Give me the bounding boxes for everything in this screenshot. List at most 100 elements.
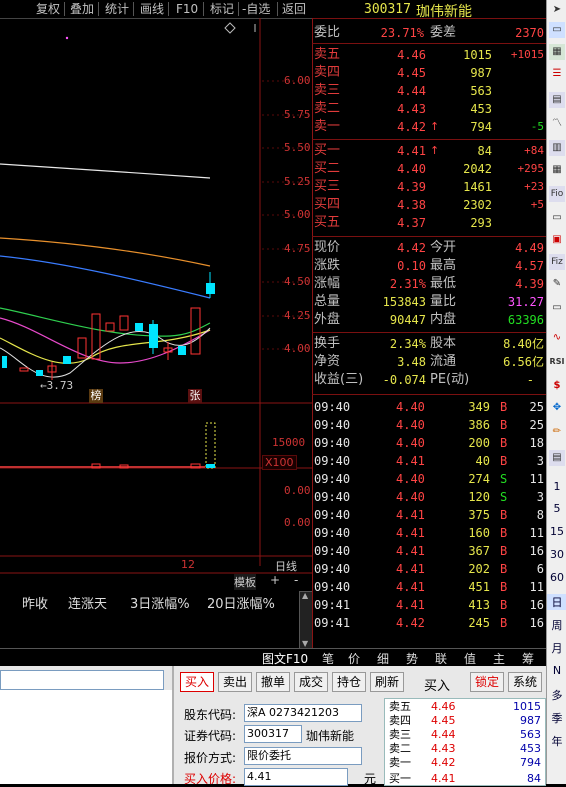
template-button[interactable]: 模板 [234,574,256,590]
bid-row[interactable]: 买五 4.37 293 [312,214,546,232]
code-input[interactable]: 300317 [244,725,302,743]
stats-button[interactable]: 统计 [105,1,129,17]
ask-row[interactable]: 卖一 4.42 ↑ 794 -5 [312,118,546,136]
list-icon[interactable]: ☰ [549,66,565,82]
sheet-icon[interactable]: ▥ [549,140,565,156]
col-3d-change[interactable]: 3日涨幅% [130,593,190,612]
tick-row: 09:40 4.41 160 B 11 [314,526,544,540]
quote-mode-label: 报价方式: [184,751,237,765]
rsi-icon[interactable]: RSI [549,354,565,370]
bid-row[interactable]: 买一 4.41 ↑ 84 +84 [312,142,546,160]
grid-icon[interactable]: ▦ [549,44,565,60]
remove-watchlist-button[interactable]: -自选 [242,1,270,17]
period-year[interactable]: 年 [547,733,566,749]
tab-chips[interactable]: 筹 [522,650,534,667]
col-prev-close[interactable]: 昨收 [22,593,48,612]
fiz-icon[interactable]: Fiz [549,254,565,270]
limit-up-badge[interactable]: 张 [188,389,202,403]
tool-sidebar: ➤ ▭ ▦ ☰ ▤ 〽 ▥ ▦ Fio ▭ ▣ Fiz ✎ ▭ ∿ RSI $ … [546,0,566,784]
move-icon[interactable]: ✥ [549,400,565,416]
tab-f10[interactable]: 图文F10 [262,650,308,667]
fio-icon[interactable]: Fio [549,186,565,202]
table-icon[interactable]: ▤ [549,92,565,108]
period-60[interactable]: 60 [547,571,566,584]
divider [277,2,278,16]
period-15[interactable]: 15 [547,525,566,538]
trade-panel: 买入 卖出 撤单 成交 持仓 刷新 买入 锁定 系统 股东代码: 深A 0273… [0,666,546,786]
period-month[interactable]: 月 [547,640,566,656]
tab-filled[interactable]: 成交 [294,672,328,692]
tab-trend[interactable]: 势 [406,650,418,667]
col-consec-up[interactable]: 连涨天 [68,593,107,612]
period-quarter[interactable]: 季 [547,710,566,726]
chart-icon[interactable]: ▣ [549,232,565,248]
system-button[interactable]: 系统 [508,672,542,692]
tab-position[interactable]: 持仓 [332,672,366,692]
draw-line-button[interactable]: 画线 [140,1,164,17]
volume-unit: X100 [262,455,297,470]
tab-price[interactable]: 价 [348,650,360,667]
tab-link[interactable]: 联 [435,650,447,667]
period-n[interactable]: N [547,664,566,677]
ask-row[interactable]: 卖四 4.45 987 [312,64,546,82]
panel-icon[interactable]: ▤ [549,450,565,466]
ask-row[interactable]: 卖五 4.46 1015 +1015 [312,46,546,64]
period-multi[interactable]: 多 [547,687,566,703]
dollar-icon[interactable]: $ [549,378,565,394]
period-label[interactable]: 日线 [275,558,297,574]
period-30[interactable]: 30 [547,548,566,561]
price-tick: 5.00 [284,208,311,221]
table2-icon[interactable]: ▦ [549,162,565,178]
tab-sell[interactable]: 卖出 [218,672,252,692]
tab-main[interactable]: 主 [493,650,505,667]
f10-button[interactable]: F10 [176,1,198,17]
tab-tick[interactable]: 笔 [322,650,334,667]
remove-column-button[interactable]: - [294,573,298,587]
ask-row[interactable]: 卖二 4.43 453 [312,100,546,118]
tab-buy[interactable]: 买入 [180,672,214,692]
period-5[interactable]: 5 [547,502,566,515]
refresh-button[interactable]: 刷新 [370,672,404,692]
back-button[interactable]: 返回 [282,1,306,17]
fuquan-button[interactable]: 复权 [36,1,60,17]
tab-detail[interactable]: 细 [377,650,389,667]
quote-header: 300317 珈伟新能 [312,0,546,20]
buy-price-label: 买入价格: [184,772,237,786]
trend-icon[interactable]: 〽 [549,116,565,132]
period-1[interactable]: 1 [547,480,566,493]
add-column-button[interactable]: + [270,573,280,587]
pen-icon[interactable]: ✎ [549,276,565,292]
doc-icon[interactable]: ▭ [549,210,565,226]
date-label: 12 [181,558,195,571]
scroll-up-icon[interactable]: ▲ [302,591,308,600]
ask-row[interactable]: 卖三 4.44 563 [312,82,546,100]
tab-value[interactable]: 值 [464,650,476,667]
account-list[interactable] [0,670,164,690]
arrow-icon[interactable]: ➤ [549,2,565,18]
tab-cancel[interactable]: 撤单 [256,672,290,692]
scroll-down-icon[interactable]: ▼ [302,639,308,648]
up-arrow-icon: ↑ [430,144,440,157]
buy-price-input[interactable]: 4.41 [244,768,348,786]
quote-mode-select[interactable]: 限价委托 [244,747,362,765]
wave-icon[interactable]: ∿ [549,330,565,346]
holder-select[interactable]: 深A 0273421203 [244,704,362,722]
period-day[interactable]: 日 [547,594,566,610]
scrollbar[interactable]: ▲ ▼ [299,591,313,651]
bid-row[interactable]: 买四 4.38 2302 +5 [312,196,546,214]
overlay-button[interactable]: 叠加 [70,1,94,17]
account-tree[interactable] [0,690,172,784]
mark-button[interactable]: 标记 [210,1,234,17]
rank-badge[interactable]: 榜 [89,389,103,403]
note-icon[interactable]: ▭ [549,300,565,316]
bid-row[interactable]: 买二 4.40 2042 +295 [312,160,546,178]
lock-button[interactable]: 锁定 [470,672,504,692]
bid-row[interactable]: 买三 4.39 1461 +23 [312,178,546,196]
col-20d-change[interactable]: 20日涨幅% [207,593,275,612]
window-icon[interactable]: ▭ [549,22,565,38]
kline-chart[interactable]: 6.00 5.75 5.50 5.25 5.00 4.75 4.50 4.25 … [0,18,313,651]
mode-label: 买入 [424,679,451,694]
brush-icon[interactable]: ✏ [549,424,565,440]
period-week[interactable]: 周 [547,617,566,633]
weicha-value: 2370 [515,26,544,40]
